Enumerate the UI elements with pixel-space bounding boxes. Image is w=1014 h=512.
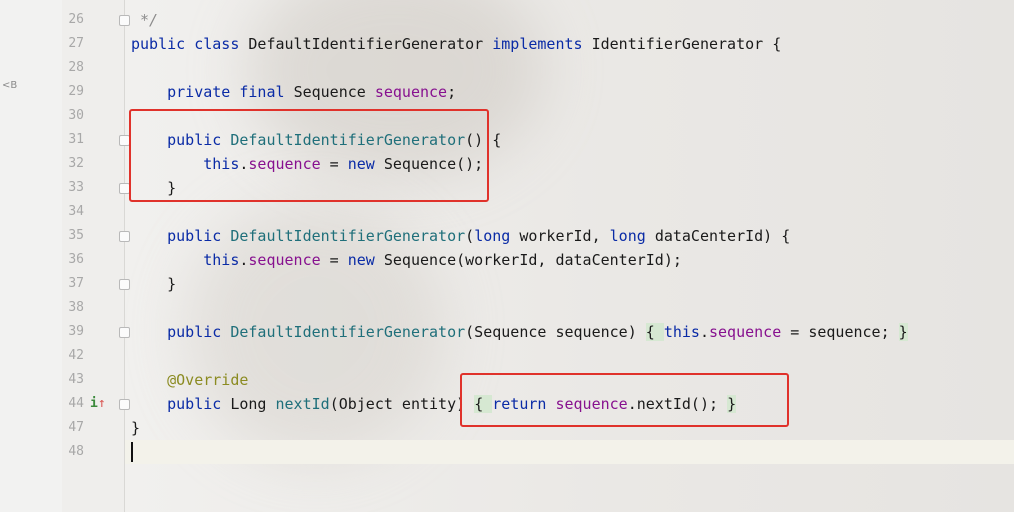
code-text: } (131, 416, 140, 440)
line-number: 30 (68, 108, 84, 123)
code-line[interactable]: 38 (0, 296, 1014, 320)
text-caret (131, 442, 133, 462)
code-line[interactable]: 48 (0, 440, 1014, 464)
code-token: implements (492, 35, 592, 53)
code-token: Sequence (293, 83, 375, 101)
line-number: 35 (68, 228, 84, 243)
code-token: } (898, 323, 908, 341)
line-number: 38 (68, 300, 84, 315)
code-text: public DefaultIdentifierGenerator(Sequen… (131, 320, 908, 344)
code-token: this (203, 251, 240, 269)
code-token: DefaultIdentifierGenerator (248, 35, 493, 53)
code-token: public (167, 323, 231, 341)
code-text: this.sequence = new Sequence(workerId, d… (131, 248, 682, 272)
code-token: public (167, 227, 231, 245)
code-line[interactable]: 39 public DefaultIdentifierGenerator(Seq… (0, 320, 1014, 344)
code-text: } (131, 272, 176, 296)
code-token: DefaultIdentifierGenerator (230, 227, 466, 245)
code-text: private final Sequence sequence; (131, 80, 456, 104)
code-token: { (645, 323, 664, 341)
code-token: = (320, 251, 348, 269)
code-token: = sequence; (781, 323, 899, 341)
code-text: public class DefaultIdentifierGenerator … (131, 32, 781, 56)
code-token: dataCenterId) { (654, 227, 791, 245)
code-token: Long (230, 395, 276, 413)
fold-marker[interactable] (119, 279, 130, 290)
code-line[interactable]: 36 this.sequence = new Sequence(workerId… (0, 248, 1014, 272)
line-number: 42 (68, 348, 84, 363)
code-token: (Sequence sequence) (465, 323, 646, 341)
code-token: } (131, 275, 177, 293)
code-line[interactable]: 29 private final Sequence sequence; (0, 80, 1014, 104)
code-token: @Override (167, 371, 249, 389)
code-token: . (699, 323, 709, 341)
implements-method-icon[interactable]: i↑ (90, 397, 106, 411)
line-number: 26 (68, 12, 84, 27)
line-number: 28 (68, 60, 84, 75)
code-token: DefaultIdentifierGenerator (230, 323, 466, 341)
line-number: 33 (68, 180, 84, 195)
code-text: */ (131, 8, 158, 32)
code-token: ; (447, 83, 457, 101)
line-number: 47 (68, 420, 84, 435)
fold-marker[interactable] (119, 15, 130, 26)
line-number: 34 (68, 204, 84, 219)
line-number: 31 (68, 132, 84, 147)
return-highlight-box (460, 373, 789, 427)
code-token: IdentifierGenerator { (591, 35, 782, 53)
code-token: sequence (374, 83, 448, 101)
line-number: 27 (68, 36, 84, 51)
fold-marker[interactable] (119, 327, 130, 338)
code-line[interactable]: 34 (0, 200, 1014, 224)
code-token: sequence (709, 323, 782, 341)
line-number: 37 (68, 276, 84, 291)
code-token: this (663, 323, 700, 341)
code-token: public (131, 35, 195, 53)
code-line[interactable]: 42 (0, 344, 1014, 368)
fold-marker[interactable] (119, 399, 130, 410)
code-token: } (131, 419, 141, 437)
line-number: 43 (68, 372, 84, 387)
code-token: public (167, 395, 231, 413)
line-number: 48 (68, 444, 84, 459)
code-token: new (347, 251, 384, 269)
code-token: long (474, 227, 520, 245)
line-number: 32 (68, 156, 84, 171)
code-line[interactable]: 27 public class DefaultIdentifierGenerato… (0, 32, 1014, 56)
code-line[interactable]: 35 public DefaultIdentifierGenerator(lon… (0, 224, 1014, 248)
line-number: 44 (68, 396, 84, 411)
code-token: (Object entity) (329, 395, 475, 413)
line-number: 39 (68, 324, 84, 339)
fold-marker[interactable] (119, 231, 130, 242)
code-token: nextId (275, 395, 330, 413)
constructor-highlight-box (129, 109, 489, 202)
code-token: workerId, (519, 227, 610, 245)
code-token: sequence (248, 251, 321, 269)
code-token: ( (465, 227, 475, 245)
code-token: private (167, 83, 240, 101)
code-text: @Override (131, 368, 248, 392)
code-token: final (239, 83, 294, 101)
code-token: long (609, 227, 655, 245)
line-number: 29 (68, 84, 84, 99)
code-line[interactable]: 28 (0, 56, 1014, 80)
code-line[interactable]: 26 */ (0, 8, 1014, 32)
code-token: Sequence(workerId, dataCenterId); (383, 251, 682, 269)
code-token: class (194, 35, 249, 53)
line-number: 36 (68, 252, 84, 267)
code-text: public DefaultIdentifierGenerator(long w… (131, 224, 790, 248)
code-line[interactable]: 37 } (0, 272, 1014, 296)
code-token: */ (131, 11, 159, 29)
